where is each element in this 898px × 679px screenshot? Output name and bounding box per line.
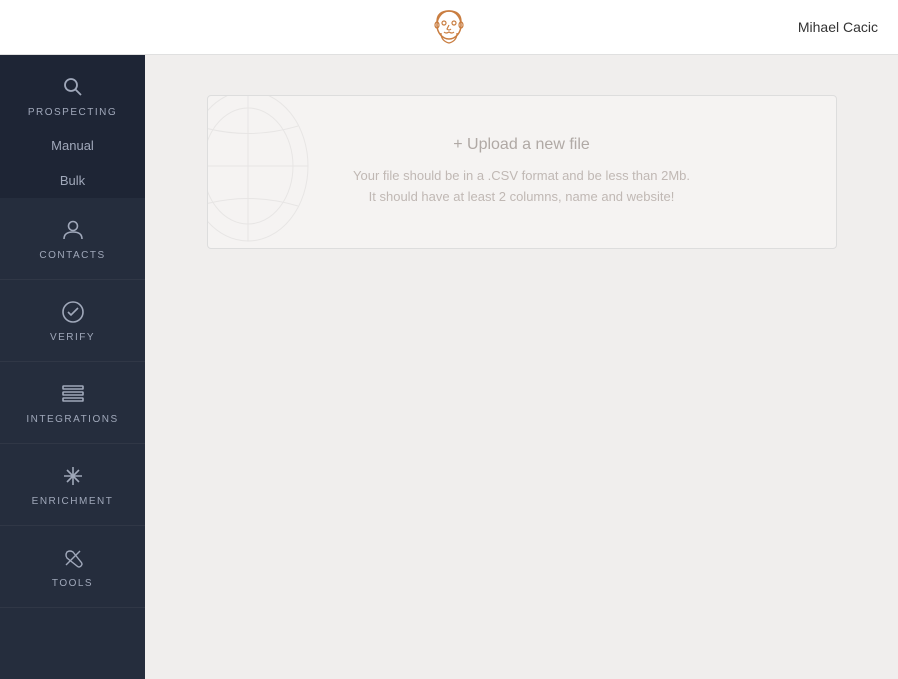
enrichment-label: ENRICHMENT: [32, 496, 114, 507]
upload-desc-line2: It should have at least 2 columns, name …: [353, 187, 690, 208]
contacts-label: CONTACTS: [39, 250, 105, 261]
user-name[interactable]: Mihael Cacic: [798, 19, 878, 35]
sidebar-item-tools[interactable]: TOOLS: [0, 526, 145, 608]
upload-card[interactable]: + Upload a new file Your file should be …: [207, 95, 837, 249]
integrations-icon: [59, 380, 87, 408]
integrations-label: INTEGRATIONS: [26, 414, 118, 425]
sidebar: PROSPECTING Manual Bulk CONTACTS: [0, 55, 145, 679]
contacts-icon: [59, 216, 87, 244]
upload-description: Your file should be in a .CSV format and…: [353, 166, 690, 208]
prospecting-label: PROSPECTING: [28, 107, 117, 118]
sidebar-item-prospecting[interactable]: PROSPECTING Manual Bulk: [0, 55, 145, 198]
main-layout: PROSPECTING Manual Bulk CONTACTS: [0, 55, 898, 679]
sidebar-item-enrichment[interactable]: ENRICHMENT: [0, 444, 145, 526]
tools-label: TOOLS: [52, 578, 93, 589]
upload-desc-line1: Your file should be in a .CSV format and…: [353, 166, 690, 187]
header: Mihael Cacic: [0, 0, 898, 55]
logo: [427, 5, 471, 49]
prospecting-header: PROSPECTING: [0, 55, 145, 128]
sidebar-item-verify[interactable]: VERIFY: [0, 280, 145, 362]
tools-icon: [59, 544, 87, 572]
sidebar-subitem-bulk[interactable]: Bulk: [0, 163, 145, 198]
content-area: + Upload a new file Your file should be …: [145, 55, 898, 679]
enrichment-icon: [59, 462, 87, 490]
sidebar-item-integrations[interactable]: INTEGRATIONS: [0, 362, 145, 444]
sidebar-item-contacts[interactable]: CONTACTS: [0, 198, 145, 280]
verify-icon: [59, 298, 87, 326]
verify-label: VERIFY: [50, 332, 95, 343]
prospecting-subitems: Manual Bulk: [0, 128, 145, 198]
search-icon: [59, 73, 87, 101]
sidebar-subitem-manual[interactable]: Manual: [0, 128, 145, 163]
upload-title[interactable]: + Upload a new file: [453, 136, 590, 154]
